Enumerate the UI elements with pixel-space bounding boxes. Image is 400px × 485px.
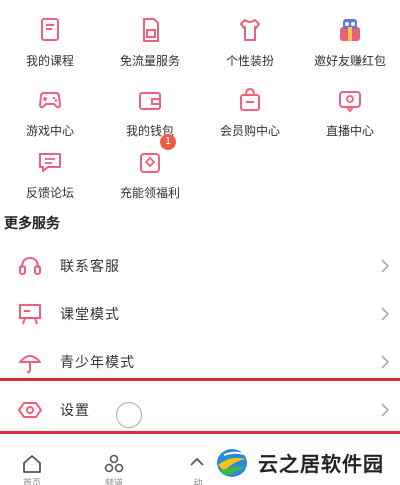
settings-icon [14,394,46,426]
section-title-more-services: 更多服务 [4,216,60,232]
watermark: 云之居软件园 [206,440,400,485]
tab-label: 频道 [104,479,123,485]
tab-label: 首页 [22,479,41,485]
grid-item-label: 反馈论坛 [25,186,74,200]
grid-item-game-center[interactable]: 游戏中心 [0,72,100,142]
service-row-label: 课堂模式 [60,307,120,323]
service-row-contact-support[interactable]: 联系客服 [0,242,400,290]
sim-card-icon [130,12,170,48]
tab-channels[interactable]: 频道 [94,453,134,485]
notification-badge: 1 [160,134,176,150]
chat-bubble-icon [30,144,70,180]
live-tv-icon [330,82,370,118]
highlight-line-bottom [0,431,400,434]
grid-item-label: 直播中心 [325,124,374,138]
shopping-bag-icon [230,82,270,118]
grid-item-label: 会员购中心 [219,124,280,138]
grid-item-member-shop[interactable]: 会员购中心 [200,72,300,142]
book-icon [30,12,70,48]
welfare-icon: 1 [130,134,176,180]
grid-item-label: 个性装扮 [225,54,274,68]
grid-item-free-data[interactable]: 免流量服务 [100,2,200,72]
grid-item-label: 免流量服务 [119,54,180,68]
chevron-right-icon [381,403,390,417]
tab-label: 动 [193,479,203,485]
home-icon [23,455,41,473]
gamepad-icon [30,82,70,118]
umbrella-icon [14,346,46,378]
service-row-label: 青少年模式 [60,355,135,371]
tshirt-icon [230,12,270,48]
touch-indicator [116,402,142,428]
grid-item-welfare[interactable]: 1 充能领福利 [100,134,200,204]
grid-item-live-center[interactable]: 直播中心 [300,72,400,142]
service-row-classroom-mode[interactable]: 课堂模式 [0,290,400,338]
service-row-settings[interactable]: 设置 [0,386,400,434]
grid-item-dress-up[interactable]: 个性装扮 [200,2,300,72]
wallet-icon [130,82,170,118]
channels-icon [104,454,124,473]
service-row-label: 联系客服 [60,259,120,275]
grid-item-wallet[interactable]: 我的钱包 [100,72,200,142]
grid-item-invite-friends[interactable]: 邀好友赚红包 [300,2,400,72]
tab-home[interactable]: 首页 [12,453,52,485]
chevron-right-icon [381,259,390,273]
grid-item-feedback-forum[interactable]: 反馈论坛 [0,134,100,204]
chevron-right-icon [381,355,390,369]
service-row-label: 设置 [60,403,90,419]
gift-robot-icon [330,12,370,48]
classroom-icon [14,298,46,330]
grid-item-my-courses[interactable]: 我的课程 [0,2,100,72]
highlight-line-top [0,378,400,381]
grid-item-label: 充能领福利 [119,186,180,200]
grid-item-label: 我的课程 [25,54,74,68]
watermark-logo-icon [217,448,247,477]
watermark-text: 云之居软件园 [258,452,384,476]
headset-icon [14,250,46,282]
chevron-right-icon [381,307,390,321]
grid-item-label: 邀好友赚红包 [313,54,386,68]
